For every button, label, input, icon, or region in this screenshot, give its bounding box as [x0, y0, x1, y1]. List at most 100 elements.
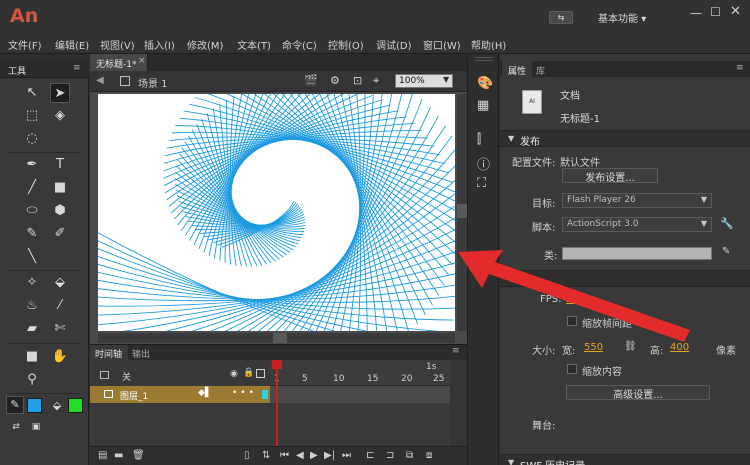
menu-control[interactable]: 控制(O) [328, 37, 364, 52]
ink-bottle-tool-icon[interactable]: ♨ [22, 296, 42, 316]
close-tab-icon[interactable]: × [138, 56, 146, 66]
panel-menu-icon[interactable]: ≡ [452, 346, 460, 356]
brush-tool-icon[interactable]: ✐ [50, 224, 70, 244]
workspace-switcher[interactable]: 基本功能 ▾ [598, 10, 646, 25]
drag-handle[interactable] [475, 57, 493, 61]
edit-class-icon[interactable]: ✎ [722, 246, 730, 257]
swatches-icon[interactable]: ▦ [477, 98, 489, 113]
layer-toggles[interactable]: ••• [232, 388, 257, 398]
info-icon[interactable]: ⓘ [477, 154, 490, 173]
align-icon[interactable]: ⫿ [477, 132, 481, 147]
pencil-tool-icon[interactable]: ✎ [22, 224, 42, 244]
back-arrow-icon[interactable]: ◀ [96, 75, 104, 86]
onion-outline-icon[interactable]: ⊐ [386, 450, 394, 461]
menu-view[interactable]: 视图(V) [100, 37, 135, 52]
target-select[interactable]: Flash Player 26 ▼ [562, 193, 712, 208]
center-frame-icon[interactable]: ▯ [244, 450, 250, 461]
stroke-color-swatch[interactable] [27, 398, 42, 413]
delete-layer-icon[interactable]: 🗑 [132, 450, 145, 461]
fps-value[interactable]: 24.0 [566, 294, 588, 305]
selection-tool-icon[interactable]: ➤ [50, 83, 70, 103]
menu-text[interactable]: 文本(T) [237, 37, 271, 52]
zoom-tool-icon[interactable]: ⚲ [22, 370, 42, 390]
maximize-icon[interactable]: ☐ [710, 5, 724, 19]
menu-edit[interactable]: 编辑(E) [55, 37, 89, 52]
menu-help[interactable]: 帮助(H) [471, 37, 506, 52]
frames-area[interactable] [270, 386, 450, 403]
fill-color-swatch[interactable] [68, 398, 83, 413]
eraser-tool-icon[interactable]: ▰ [22, 319, 42, 339]
wrench-icon[interactable]: 🔧 [720, 217, 734, 230]
vertical-scrollbar[interactable] [457, 94, 467, 331]
default-colors-icon[interactable]: ▣ [26, 417, 46, 437]
last-frame-icon[interactable]: ⏭ [342, 450, 351, 461]
panel-menu-icon[interactable]: ≡ [73, 63, 81, 73]
new-folder-icon[interactable]: ▬ [114, 450, 123, 461]
close-icon[interactable]: ✕ [730, 4, 744, 19]
polystar-tool-icon[interactable]: ⬢ [50, 201, 70, 221]
bone-tool-icon[interactable]: ✧ [22, 273, 42, 293]
class-field[interactable] [562, 247, 712, 260]
new-layer-icon[interactable]: ▤ [98, 450, 107, 461]
minimize-icon[interactable]: — [690, 6, 704, 20]
subselection-tool-icon[interactable]: ↖ [22, 83, 42, 103]
layer-name[interactable]: 图层_1 [120, 389, 148, 402]
timeline-scrollbar[interactable] [450, 360, 467, 446]
swap-colors-icon[interactable]: ⇄ [6, 417, 26, 437]
sync-settings-icon[interactable]: ⇆ [549, 11, 573, 24]
transform-icon[interactable]: ⛶ [477, 176, 486, 191]
tab-library[interactable]: 库 [536, 64, 545, 77]
scroll-thumb[interactable] [457, 204, 467, 218]
onion-markers-icon[interactable]: ⧈ [426, 450, 432, 461]
outline-icon[interactable] [256, 369, 265, 378]
scroll-thumb[interactable] [273, 333, 287, 343]
eyedropper-tool-icon[interactable]: ⁄ [50, 296, 70, 316]
line-tool-icon[interactable]: ╱ [22, 178, 42, 198]
stroke-color-icon[interactable]: ✎ [6, 396, 24, 414]
loop-icon[interactable]: ⇅ [262, 450, 270, 461]
prev-frame-icon[interactable]: ◀ [296, 450, 304, 461]
properties-section-header[interactable]: ▼ [500, 270, 750, 287]
menu-file[interactable]: 文件(F) [8, 37, 42, 52]
camera-tool-icon[interactable]: ■ [22, 347, 42, 367]
palette-icon[interactable]: 🎨 [477, 76, 493, 91]
advanced-settings-button[interactable]: 高级设置... [566, 385, 710, 401]
menu-modify[interactable]: 修改(M) [187, 37, 223, 52]
menu-commands[interactable]: 命令(C) [282, 37, 317, 52]
play-icon[interactable]: ▶ [310, 450, 318, 461]
scale-content-checkbox[interactable] [567, 364, 577, 374]
frame-ruler[interactable]: 1s 1 5 10 15 20 25 [270, 360, 450, 386]
symbol-icon[interactable]: ⚙ [330, 74, 340, 87]
menu-window[interactable]: 窗口(W) [423, 37, 461, 52]
paint-brush-tool-icon[interactable]: ╲ [22, 247, 42, 267]
paint-bucket-tool-icon[interactable]: ⬙ [50, 273, 70, 293]
height-value[interactable]: 400 [670, 342, 689, 353]
tab-properties[interactable]: 属性 [502, 61, 532, 77]
stage-canvas[interactable] [9, 51, 478, 393]
width-tool-icon[interactable]: ✄ [50, 319, 70, 339]
menu-debug[interactable]: 调试(D) [376, 37, 412, 52]
center-stage-icon[interactable]: ⌖ [373, 74, 379, 88]
publish-section-header[interactable]: ▼ 发布 [500, 130, 750, 148]
rectangle-tool-icon[interactable]: ■ [50, 178, 70, 198]
first-frame-icon[interactable]: ⏮ [280, 450, 289, 461]
tab-timeline[interactable]: 时间轴 [90, 345, 128, 360]
next-frame-icon[interactable]: ▶| [324, 450, 335, 461]
layer-row[interactable]: 图层_1 ◆▌ ••• [90, 386, 270, 403]
clapper-icon[interactable]: 🎬 [304, 74, 318, 87]
scale-spans-checkbox[interactable] [567, 316, 577, 326]
free-transform-tool-icon[interactable]: ⬚ [22, 106, 42, 126]
document-tab[interactable]: 无标题-1* × [90, 54, 148, 71]
menu-insert[interactable]: 插入(I) [144, 37, 175, 52]
width-value[interactable]: 550 [584, 342, 603, 353]
pen-tool-icon[interactable]: ✒ [22, 155, 42, 175]
hand-tool-icon[interactable]: ✋ [50, 347, 70, 367]
lock-icon[interactable]: 🔒 [243, 368, 254, 378]
eye-icon[interactable]: ◉ [230, 369, 238, 379]
onion-skin-icon[interactable]: ⊏ [366, 450, 374, 461]
layer-color-box[interactable] [262, 390, 268, 399]
link-icon[interactable]: ⛓ [624, 341, 637, 352]
tab-output[interactable]: 输出 [132, 347, 150, 360]
clip-icon[interactable]: ⊡ [353, 74, 362, 87]
oval-tool-icon[interactable]: ⬭ [22, 201, 42, 221]
